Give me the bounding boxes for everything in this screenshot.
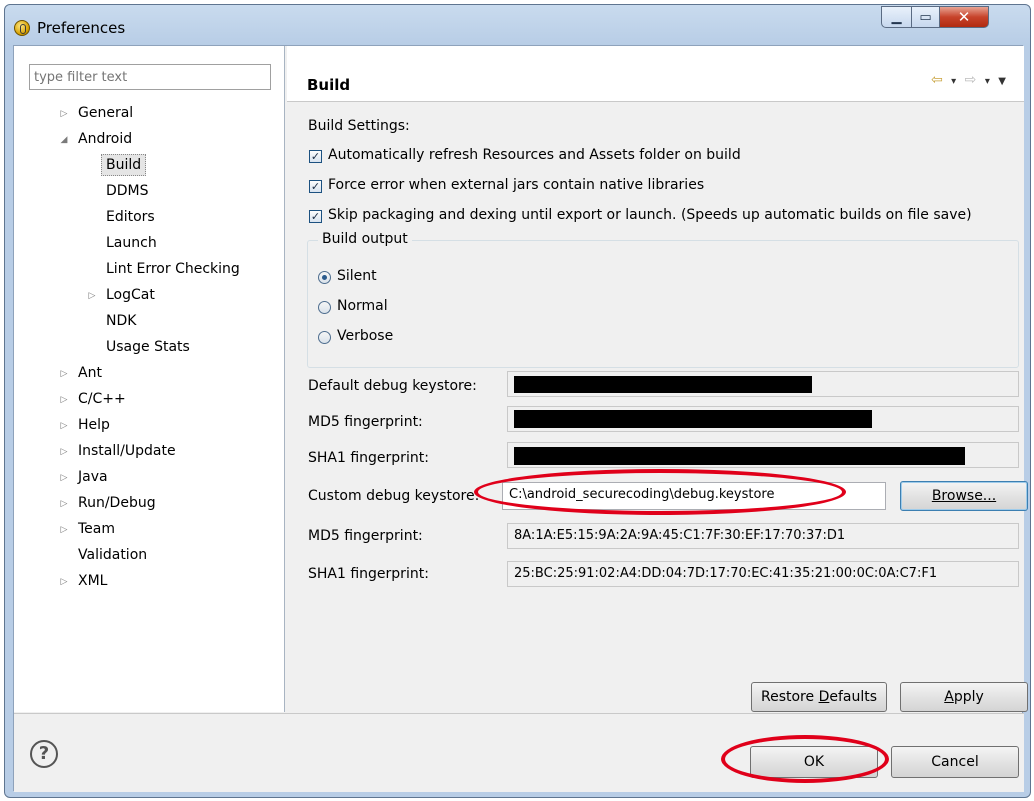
force-error-checkbox[interactable]: ✓ [309, 180, 322, 193]
sha1-fingerprint-label: SHA1 fingerprint: [308, 450, 429, 466]
restore-defaults-mnemonic: D [818, 689, 830, 705]
force-error-label[interactable]: Force error when external jars contain n… [328, 177, 704, 193]
default-keystore-label: Default debug keystore: [308, 378, 477, 394]
tree-expander-icon[interactable]: ▷ [86, 285, 98, 307]
silent-label[interactable]: Silent [337, 268, 377, 284]
tree-expander-icon[interactable]: ▷ [58, 493, 70, 515]
md5-fingerprint-value[interactable]: 8A:1A:E5:15:9A:2A:9A:45:C1:7F:30:EF:17:7… [507, 523, 1019, 549]
tree-item-validation[interactable]: Validation [78, 544, 147, 566]
navigation-controls: ⇦ ▾ ⇨ ▾ ▼ [931, 72, 1008, 88]
page-header: Build ⇦ ▾ ⇨ ▾ ▼ [287, 46, 1024, 102]
tree-item-editors[interactable]: Editors [106, 206, 155, 228]
build-output-title: Build output [318, 231, 412, 247]
close-icon: ✕ [957, 8, 971, 26]
md5-fingerprint-label: MD5 fingerprint: [308, 414, 423, 430]
skip-packaging-checkbox[interactable]: ✓ [309, 210, 322, 223]
maximize-button[interactable]: ▭ [911, 6, 940, 28]
tree-expander-icon[interactable]: ▷ [58, 441, 70, 463]
tree-expander-icon[interactable]: ▷ [58, 389, 70, 411]
sha1-fingerprint-field[interactable] [507, 442, 1019, 468]
browse-button[interactable]: Browse... [900, 481, 1028, 511]
restore-defaults-button[interactable]: Restore Defaults [751, 682, 887, 712]
tree-item-run-debug[interactable]: Run/Debug [78, 492, 156, 514]
tree-item-help[interactable]: Help [78, 414, 110, 436]
tree-expander-icon[interactable]: ▷ [58, 519, 70, 541]
close-button[interactable]: ✕ [939, 6, 989, 28]
back-dropdown-icon[interactable]: ▾ [951, 76, 958, 87]
silent-radio[interactable] [318, 271, 331, 284]
window-title: Preferences [37, 19, 126, 37]
forward-dropdown-icon[interactable]: ▾ [985, 76, 992, 87]
right-pane: Build ⇦ ▾ ⇨ ▾ ▼ Build Settings: ✓ Automa… [287, 46, 1028, 712]
page-title: Build [307, 76, 351, 94]
tree-item-ndk[interactable]: NDK [106, 310, 136, 332]
normal-radio[interactable] [318, 301, 331, 314]
verbose-radio[interactable] [318, 331, 331, 344]
view-menu-icon[interactable]: ▼ [998, 76, 1008, 87]
tree-item-install-update[interactable]: Install/Update [78, 440, 176, 462]
browse-button-label: Browse... [931, 488, 997, 504]
skip-packaging-label[interactable]: Skip packaging and dexing until export o… [328, 207, 972, 223]
minimize-icon: ▁ [891, 9, 902, 25]
title-bar[interactable]: Preferences ▁ ▭ ✕ [5, 5, 1030, 45]
tree-item-c-c-[interactable]: C/C++ [78, 388, 126, 410]
tree-item-team[interactable]: Team [78, 518, 115, 540]
tree-item-build[interactable]: Build [101, 154, 147, 176]
restore-defaults-label-part: Restore [760, 689, 819, 705]
apply-mnemonic: A [944, 689, 954, 705]
back-arrow-icon[interactable]: ⇦ [931, 72, 945, 88]
tree-expander-icon[interactable]: ▷ [58, 415, 70, 437]
tree-item-lint-error-checking[interactable]: Lint Error Checking [106, 258, 240, 280]
verbose-label[interactable]: Verbose [337, 328, 393, 344]
app-icon [14, 20, 30, 36]
custom-keystore-label: Custom debug keystore: [308, 488, 480, 504]
sha1-fingerprint-label-2: SHA1 fingerprint: [308, 566, 429, 582]
forward-arrow-icon[interactable]: ⇨ [965, 72, 979, 88]
tree-expander-icon[interactable]: ◢ [58, 129, 70, 151]
tree-expander-icon[interactable]: ▷ [58, 571, 70, 593]
normal-label[interactable]: Normal [337, 298, 388, 314]
cancel-button-label: Cancel [931, 754, 979, 770]
redaction-bar [514, 376, 812, 393]
left-pane: ▷ General ◢ Android Build DDMS Editors Launch Li… [14, 46, 285, 712]
tree-item-usage-stats[interactable]: Usage Stats [106, 336, 190, 358]
tree-item-general[interactable]: General [78, 102, 133, 124]
apply-label-part: pply [953, 689, 984, 705]
auto-refresh-checkbox[interactable]: ✓ [309, 150, 322, 163]
md5-fingerprint-field[interactable] [507, 406, 1019, 432]
tree-expander-icon[interactable]: ▷ [58, 103, 70, 125]
tree-item-logcat[interactable]: LogCat [106, 284, 155, 306]
restore-defaults-label-part: efaults [829, 689, 878, 705]
tree-item-java[interactable]: Java [78, 466, 108, 488]
tree-expander-icon[interactable]: ▷ [58, 363, 70, 385]
tree-item-ddms[interactable]: DDMS [106, 180, 149, 202]
dialog-footer: ? OK Cancel [14, 713, 1024, 792]
custom-keystore-input[interactable]: C:\android_securecoding\debug.keystore [502, 482, 886, 510]
tree-item-android[interactable]: Android [78, 128, 132, 150]
tree-item-launch[interactable]: Launch [106, 232, 157, 254]
default-keystore-field[interactable] [507, 371, 1019, 397]
md5-fingerprint-label-2: MD5 fingerprint: [308, 528, 423, 544]
cancel-button[interactable]: Cancel [891, 746, 1019, 778]
maximize-icon: ▭ [919, 9, 932, 25]
tree-item-xml[interactable]: XML [78, 570, 107, 592]
build-output-group: Build output Silent Normal Verbose [307, 231, 1019, 368]
minimize-button[interactable]: ▁ [881, 6, 912, 28]
ok-button-label: OK [803, 754, 825, 770]
tree-item-ant[interactable]: Ant [78, 362, 102, 384]
redaction-bar [514, 447, 965, 465]
ok-button[interactable]: OK [750, 746, 878, 778]
build-settings-label: Build Settings: [308, 118, 410, 134]
auto-refresh-label[interactable]: Automatically refresh Resources and Asse… [328, 147, 741, 163]
redaction-bar [514, 410, 872, 428]
filter-input[interactable] [29, 64, 271, 90]
tree-expander-icon[interactable]: ▷ [58, 467, 70, 489]
sha1-fingerprint-value[interactable]: 25:BC:25:91:02:A4:DD:04:7D:17:70:EC:41:3… [507, 561, 1019, 587]
help-icon[interactable]: ? [30, 740, 58, 768]
apply-button[interactable]: Apply [900, 682, 1028, 712]
dialog-client: ▷ General ◢ Android Build DDMS Editors Launch Li… [13, 45, 1028, 792]
preferences-window: Preferences ▁ ▭ ✕ ▷ General ◢ Android Build D… [4, 4, 1031, 798]
